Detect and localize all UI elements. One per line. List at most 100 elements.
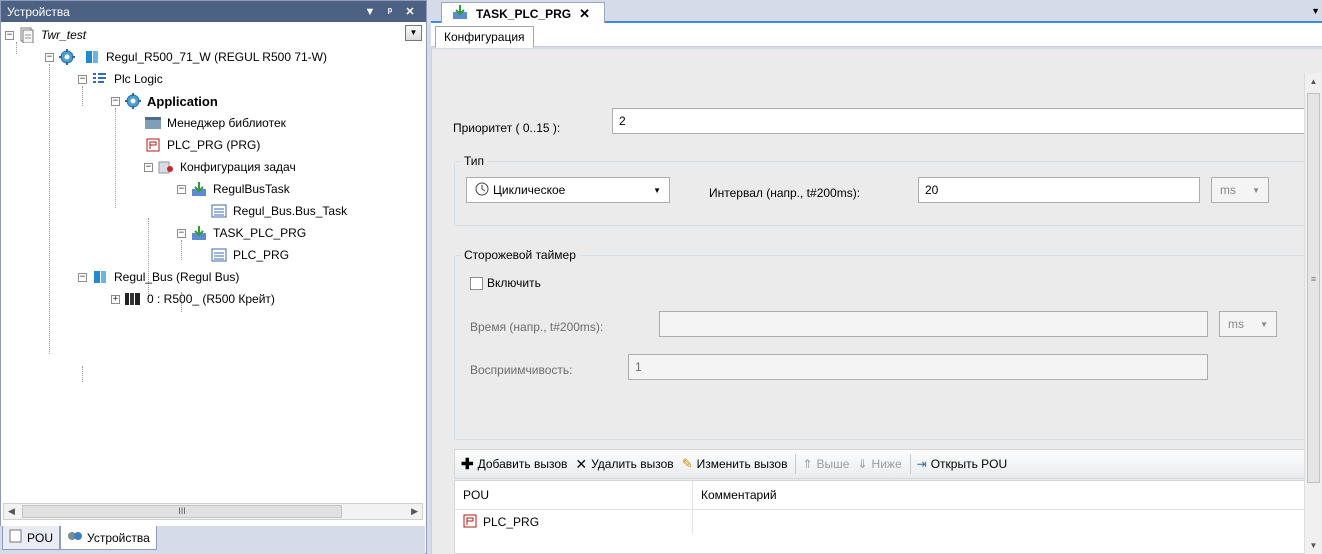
open-pou-label: Открыть POU xyxy=(930,457,1008,471)
table-cell-comment xyxy=(693,510,1305,534)
move-down-label: Ниже xyxy=(871,457,902,471)
close-icon[interactable]: ✕ xyxy=(400,5,420,18)
table-row[interactable]: PLC_PRG xyxy=(455,509,1305,534)
delete-call-label: Удалить вызов xyxy=(591,457,674,471)
tree-node-label: Regul_R500_71_W (REGUL R500 71-W) xyxy=(106,50,327,64)
tree-node-application[interactable]: − Application xyxy=(111,90,218,112)
collapse-toggle[interactable]: − xyxy=(177,184,186,194)
collapse-toggle[interactable]: − xyxy=(78,272,87,282)
move-up-button[interactable]: ⇑ Выше xyxy=(802,457,849,471)
tree-dropdown-button[interactable]: ▼ xyxy=(405,25,422,41)
time-unit-select: ms ▼ xyxy=(1219,311,1277,337)
collapse-toggle[interactable]: − xyxy=(45,52,54,62)
time-label: Время (напр., t#200ms): xyxy=(470,320,604,334)
plus-icon: ✚ xyxy=(461,456,474,473)
call-icon xyxy=(210,202,228,220)
toolbar-separator xyxy=(909,454,911,474)
type-select-value: Циклическое xyxy=(493,183,566,197)
call-icon xyxy=(210,246,228,264)
scrollbar-thumb[interactable]: ≡ xyxy=(1307,93,1320,483)
tree-node-plc-prg[interactable]: PLC_PRG (PRG) xyxy=(144,134,260,156)
interval-label: Интервал (напр., t#200ms): xyxy=(709,186,861,200)
crate-icon xyxy=(124,290,142,308)
tree-node-label: RegulBusTask xyxy=(213,182,290,196)
tree-node-label: Plc Logic xyxy=(114,72,163,86)
sensitivity-label: Восприимчивость: xyxy=(470,363,573,377)
config-tab-bar: Конфигурация xyxy=(431,23,1322,48)
dropdown-icon[interactable]: ▼ xyxy=(360,6,380,18)
move-down-button[interactable]: ⇓ Ниже xyxy=(857,457,901,471)
tree-node-plc-prg-call[interactable]: PLC_PRG xyxy=(210,244,289,266)
devices-panel-title: Устройства xyxy=(7,4,70,19)
scroll-right-icon[interactable]: ▶ xyxy=(411,506,418,517)
device-icon xyxy=(91,268,109,286)
edit-call-button[interactable]: ✎ Изменить вызов xyxy=(682,456,788,472)
tree-node-regul-bus[interactable]: − Regul_Bus (Regul Bus) xyxy=(78,266,239,288)
move-up-label: Выше xyxy=(816,457,850,471)
open-pou-button[interactable]: ⇥ Открыть POU xyxy=(917,457,1008,471)
tree-node-task-plc-prg[interactable]: − TASK_PLC_PRG xyxy=(177,222,306,244)
tree-node-crate[interactable]: + 0 : R500_ (R500 Крейт) xyxy=(111,288,275,310)
watchdog-enable-checkbox[interactable]: Включить xyxy=(470,276,541,290)
scroll-grip: III xyxy=(178,506,186,516)
document-tab[interactable]: TASK_PLC_PRG ✕ xyxy=(441,2,606,24)
tree-node-library-manager[interactable]: Менеджер библиотек xyxy=(144,112,286,134)
call-toolbar: ✚ Добавить вызов ✕ Удалить вызов ✎ Измен… xyxy=(454,449,1306,479)
tree-node-label: Application xyxy=(147,93,218,109)
list-icon xyxy=(91,70,109,88)
tree-node-device[interactable]: − Regul_R500_71_W (REGUL R500 71-W) xyxy=(45,46,327,68)
time-unit-value: ms xyxy=(1228,317,1244,331)
document-tab-label: TASK_PLC_PRG xyxy=(476,6,572,21)
horizontal-scrollbar[interactable]: ◀ III ▶ xyxy=(3,503,423,520)
add-call-label: Добавить вызов xyxy=(477,457,568,471)
column-header-pou[interactable]: POU xyxy=(455,481,693,509)
tab-configuration[interactable]: Конфигурация xyxy=(435,26,534,48)
priority-label: Приоритет ( 0..15 ): xyxy=(453,121,561,135)
collapse-toggle[interactable]: − xyxy=(144,162,153,172)
expand-toggle[interactable]: + xyxy=(111,294,120,304)
watchdog-group-title: Сторожевой таймер xyxy=(461,248,579,262)
devices-panel-titlebar: Устройства ▼ ᵖ ✕ xyxy=(1,1,426,22)
edit-icon: ✎ xyxy=(681,456,693,471)
pin-icon[interactable]: ᵖ xyxy=(380,6,400,18)
scroll-left-icon[interactable]: ◀ xyxy=(8,506,15,517)
column-header-comment[interactable]: Комментарий xyxy=(693,481,1307,509)
task-icon xyxy=(190,224,208,242)
tree-node-task-config[interactable]: − Конфигурация задач xyxy=(144,156,296,178)
tab-devices[interactable]: Устройства xyxy=(60,526,157,550)
tree-node-plc-logic[interactable]: − Plc Logic xyxy=(78,68,163,90)
table-cell-pou: PLC_PRG xyxy=(455,510,693,534)
add-call-button[interactable]: ✚ Добавить вызов xyxy=(461,455,567,473)
tab-pou[interactable]: POU xyxy=(2,526,61,550)
scrollbar-thumb[interactable]: III xyxy=(22,505,342,518)
tab-label: POU xyxy=(27,530,54,545)
collapse-toggle[interactable]: − xyxy=(5,30,14,40)
interval-unit-select: ms ▼ xyxy=(1211,177,1269,203)
close-tab-icon[interactable]: ✕ xyxy=(579,6,590,22)
document-tab-bar: TASK_PLC_PRG ✕ ▼ xyxy=(431,0,1322,24)
type-select[interactable]: Циклическое ▼ xyxy=(466,177,670,203)
tree-node-label: Twr_test xyxy=(41,28,87,42)
vertical-scrollbar[interactable]: ▲ ≡ ▼ xyxy=(1304,73,1321,554)
tree-node-project[interactable]: − Twr_test xyxy=(5,24,86,46)
tree-node-regulbustask[interactable]: − RegulBusTask xyxy=(177,178,290,200)
priority-input[interactable]: 2 xyxy=(612,108,1306,134)
tab-label: Устройства xyxy=(87,530,150,545)
collapse-toggle[interactable]: − xyxy=(78,74,87,84)
tree-node-bus-task[interactable]: Regul_Bus.Bus_Task xyxy=(210,200,347,222)
collapse-toggle[interactable]: − xyxy=(111,96,120,106)
scroll-down-icon[interactable]: ▼ xyxy=(1305,537,1322,554)
delete-call-button[interactable]: ✕ Удалить вызов xyxy=(575,456,673,473)
interval-input[interactable]: 20 xyxy=(918,177,1200,203)
checkbox-box[interactable] xyxy=(470,276,483,290)
tree-node-label: Regul_Bus.Bus_Task xyxy=(233,204,348,218)
scroll-up-icon[interactable]: ▲ xyxy=(1305,73,1322,90)
sensitivity-input: 1 xyxy=(628,354,1208,380)
tab-list-dropdown-icon[interactable]: ▼ xyxy=(1311,6,1320,16)
tree-node-label: PLC_PRG xyxy=(233,248,290,262)
cell-text: PLC_PRG xyxy=(483,515,540,529)
chevron-down-icon: ▼ xyxy=(1252,186,1260,195)
collapse-toggle[interactable]: − xyxy=(177,228,186,238)
tree-node-label: TASK_PLC_PRG xyxy=(213,226,307,240)
library-icon xyxy=(144,114,162,132)
